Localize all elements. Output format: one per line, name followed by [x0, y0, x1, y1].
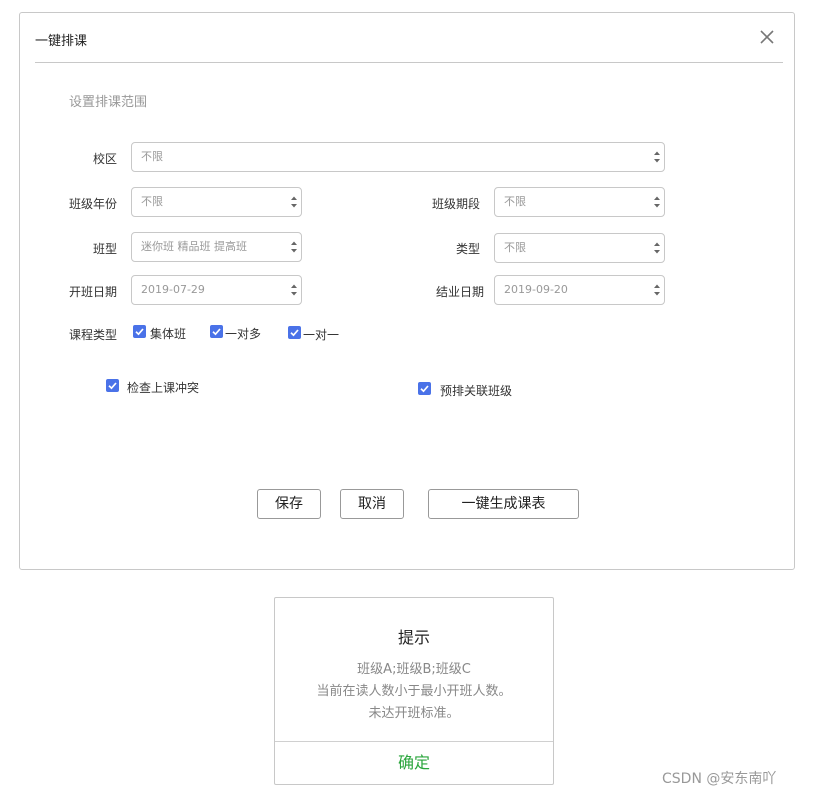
class-type-select[interactable]: 迷你班 精品班 提高班: [131, 232, 302, 262]
category-value: 不限: [504, 241, 526, 254]
end-date-value: 2019-09-20: [504, 283, 568, 296]
cancel-button[interactable]: 取消: [340, 489, 404, 519]
category-label: 类型: [455, 242, 480, 256]
class-period-label: 班级期段: [431, 197, 480, 211]
grade-year-label: 班级年份: [68, 197, 117, 211]
title-divider: [35, 62, 783, 63]
class-type-value: 迷你班 精品班 提高班: [141, 240, 247, 253]
class-period-value: 不限: [504, 195, 526, 208]
end-date-label: 结业日期: [435, 285, 484, 299]
course-type-one-to-one-label: 一对一: [303, 328, 340, 342]
campus-select[interactable]: 不限: [131, 142, 665, 172]
check-icon: [108, 382, 117, 390]
course-type-group-checkbox[interactable]: [133, 325, 146, 338]
class-period-select[interactable]: 不限: [494, 187, 665, 217]
course-type-one-to-one-checkbox[interactable]: [288, 326, 301, 339]
course-type-one-to-many-label: 一对多: [225, 327, 262, 341]
grade-year-value: 不限: [141, 195, 163, 208]
chevron-updown-icon: [290, 240, 298, 254]
chevron-updown-icon: [653, 241, 661, 255]
grade-year-select[interactable]: 不限: [131, 187, 302, 217]
class-type-label: 班型: [92, 242, 117, 256]
chevron-updown-icon: [653, 195, 661, 209]
tip-dialog: 提示 班级A;班级B;班级C 当前在读人数小于最小开班人数。 未达开班标准。 确…: [274, 597, 554, 785]
tip-message-line: 未达开班标准。: [368, 706, 460, 721]
campus-label: 校区: [92, 152, 117, 166]
save-button[interactable]: 保存: [257, 489, 321, 519]
chevron-updown-icon: [290, 283, 298, 297]
course-type-one-to-many-checkbox[interactable]: [210, 325, 223, 338]
check-icon: [420, 385, 429, 393]
check-icon: [290, 329, 299, 337]
course-type-group-label: 集体班: [150, 327, 187, 341]
section-title: 设置排课范围: [69, 95, 148, 110]
tip-message-line: 班级A;班级B;班级C: [357, 662, 471, 677]
tip-title: 提示: [397, 628, 430, 647]
close-icon[interactable]: [757, 27, 777, 47]
prearrange-linked-checkbox[interactable]: [418, 382, 431, 395]
start-date-select[interactable]: 2019-07-29: [131, 275, 302, 305]
category-select[interactable]: 不限: [494, 233, 665, 263]
schedule-dialog: 一键排课 设置排课范围 校区 不限 班级年份 不限 班级期段 不限 班型 迷你班…: [19, 12, 795, 570]
end-date-select[interactable]: 2019-09-20: [494, 275, 665, 305]
chevron-updown-icon: [653, 150, 661, 164]
chevron-updown-icon: [290, 195, 298, 209]
watermark: CSDN @安东南吖: [662, 771, 777, 787]
check-icon: [212, 328, 221, 336]
confirm-button[interactable]: 确定: [275, 742, 553, 785]
chevron-updown-icon: [653, 283, 661, 297]
check-conflict-label: 检查上课冲突: [127, 381, 200, 395]
tip-message-line: 当前在读人数小于最小开班人数。: [316, 684, 512, 699]
check-icon: [135, 328, 144, 336]
campus-value: 不限: [141, 150, 163, 163]
dialog-title: 一键排课: [35, 34, 88, 49]
start-date-value: 2019-07-29: [141, 283, 205, 296]
prearrange-linked-label: 预排关联班级: [440, 384, 513, 398]
start-date-label: 开班日期: [68, 285, 117, 299]
check-conflict-checkbox[interactable]: [106, 379, 119, 392]
generate-schedule-button[interactable]: 一键生成课表: [428, 489, 579, 519]
course-type-label: 课程类型: [68, 328, 117, 342]
